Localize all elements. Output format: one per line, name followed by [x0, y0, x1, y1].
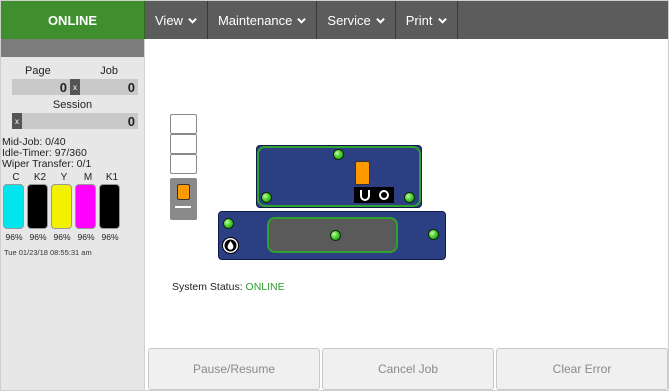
ink-label-m: M: [83, 172, 93, 183]
timestamp: Tue 01/23/18 08:55:31 am: [4, 248, 92, 257]
cancel-job-button[interactable]: Cancel Job: [322, 348, 494, 390]
ink-cartridge-c: [3, 184, 24, 229]
status-led-right: [404, 192, 415, 203]
session-counter-value: 0: [127, 113, 135, 129]
job-counter: 0: [80, 79, 138, 95]
chevron-down-icon: [297, 17, 307, 24]
menu-print-label: Print: [405, 12, 433, 28]
page-counter-value: 0: [59, 79, 67, 95]
ink-pct-k2: 96%: [29, 232, 47, 242]
ink-labels: C K2 Y M K1: [4, 172, 144, 183]
ink-label-c: C: [12, 172, 20, 183]
system-status: System Status: ONLINE: [172, 281, 285, 293]
ink-head-icon: [177, 184, 190, 200]
menu-print[interactable]: Print: [396, 1, 458, 39]
job-counter-value: 0: [127, 79, 135, 95]
ink-pct-k1: 96%: [101, 232, 119, 242]
page-job-counter: 0 x 0: [12, 79, 138, 95]
maintenance-stats: Mid-Job: 0/40 Idle-Timer: 97/360 Wiper T…: [2, 137, 144, 170]
menu-view-label: View: [155, 12, 183, 28]
pause-resume-button[interactable]: Pause/Resume: [148, 348, 320, 390]
action-bar: Pause/Resume Cancel Job Clear Error: [146, 348, 668, 390]
online-status-tab: ONLINE: [1, 1, 145, 39]
status-led-platen-center: [330, 230, 341, 241]
ink-levels: [3, 184, 144, 229]
ink-label-y: Y: [60, 172, 68, 183]
ink-cartridge-k2: [27, 184, 48, 229]
ink-cartridge-k1: [99, 184, 120, 229]
chevron-down-icon: [188, 17, 197, 24]
status-led-platen-left: [223, 218, 234, 229]
system-status-label: System Status:: [172, 281, 243, 293]
session-counter-row: x 0: [12, 113, 138, 129]
reset-session-button[interactable]: x: [12, 113, 22, 129]
drop-glyph: [224, 239, 237, 252]
clear-error-button[interactable]: Clear Error: [496, 348, 668, 390]
sidebar: Page Job 0 x 0 Session x 0 Mid-Job: 0/40…: [1, 39, 145, 390]
job-label: Job: [100, 65, 118, 77]
printhead-panel: [256, 145, 422, 208]
ink-pct-m: 96%: [77, 232, 95, 242]
menu-service-label: Service: [327, 12, 371, 28]
main-area: System Status: ONLINE Pause/Resume Cance…: [146, 39, 668, 390]
platen-panel: [218, 211, 446, 260]
ink-cartridge-m: [75, 184, 96, 229]
capping-station: [354, 187, 394, 203]
session-counter: 0: [22, 113, 138, 129]
chevron-down-icon: [375, 17, 385, 24]
menu-maintenance-label: Maintenance: [217, 12, 293, 28]
top-nav-bar: View Maintenance Service Print: [145, 1, 668, 39]
status-led-left: [261, 192, 272, 203]
platen-area: [267, 217, 398, 253]
sidebar-header: [1, 39, 144, 57]
tray-slot-2[interactable]: [170, 134, 197, 154]
ink-label-k1: K1: [105, 172, 119, 183]
session-label: Session: [52, 99, 93, 111]
ink-drop-icon: [222, 237, 239, 254]
wiper-transfer-stat: Wiper Transfer: 0/1: [2, 158, 92, 170]
tray-slot-1[interactable]: [170, 114, 197, 134]
printhead-icon: [355, 161, 370, 185]
cap-wiper-icon: [360, 190, 389, 201]
menu-view[interactable]: View: [145, 1, 208, 39]
tray-slot-3[interactable]: [170, 154, 197, 174]
menu-service[interactable]: Service: [317, 1, 396, 39]
tray-slot-active[interactable]: [170, 178, 197, 220]
status-led-top: [333, 149, 344, 160]
counter-labels: Page Job: [1, 57, 144, 77]
status-led-platen-right: [428, 229, 439, 240]
system-status-value: ONLINE: [245, 281, 285, 293]
menu-maintenance[interactable]: Maintenance: [208, 1, 318, 39]
page-counter: 0: [12, 79, 70, 95]
ink-label-k2: K2: [33, 172, 47, 183]
ink-cartridge-y: [51, 184, 72, 229]
page-label: Page: [25, 65, 51, 77]
tray-line: [175, 206, 191, 208]
ink-percentages: 96% 96% 96% 96% 96%: [2, 232, 144, 242]
reset-page-button[interactable]: x: [70, 79, 80, 95]
ink-pct-y: 96%: [53, 232, 71, 242]
ink-pct-c: 96%: [5, 232, 23, 242]
chevron-down-icon: [437, 17, 447, 24]
